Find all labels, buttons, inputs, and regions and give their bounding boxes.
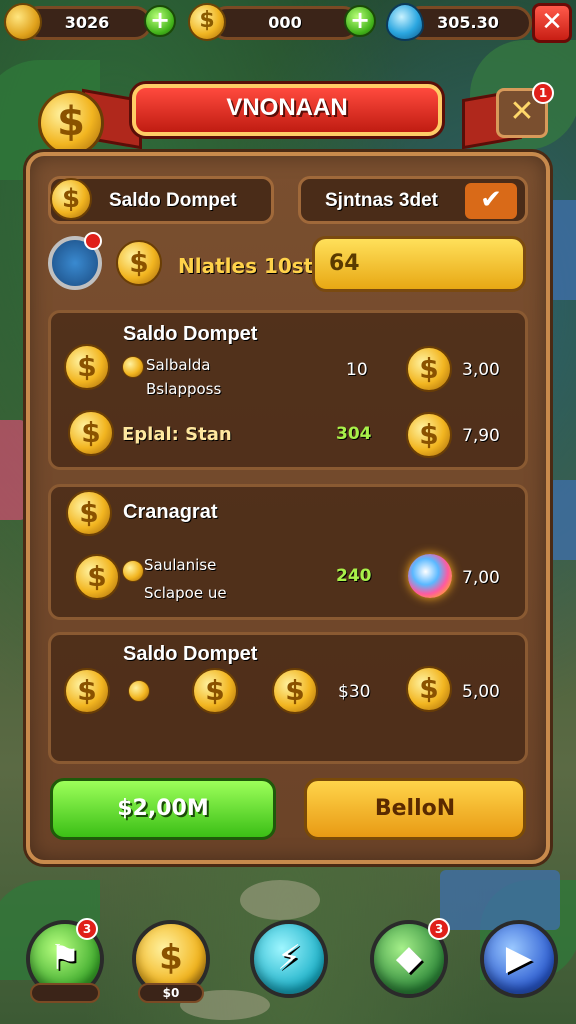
notification-badge: 3 <box>76 918 98 940</box>
resource-bar: 3026 + 000 $ + 305.30 ✕ <box>0 0 576 48</box>
goal-bar-value: 64 <box>329 251 360 276</box>
coin-icon: $ <box>188 3 226 41</box>
gem-icon <box>386 3 424 41</box>
section-sub-2: Sclapoe ue <box>144 584 227 602</box>
coin-star-icon: $ <box>74 554 120 600</box>
status-label: Sjntnas 3det <box>325 190 438 211</box>
banner-coin-icon: $ <box>38 90 104 156</box>
gold-bar-icon <box>4 3 42 41</box>
row-count: 10 <box>346 360 368 380</box>
magic-orb-icon <box>408 554 452 598</box>
coin-icon: $ <box>272 668 318 714</box>
background-roof <box>440 870 560 930</box>
gold-value: 3026 <box>64 13 110 32</box>
row-count: 240 <box>336 566 372 586</box>
background-roof <box>548 480 576 560</box>
page-title: VNONAAN <box>226 94 348 121</box>
coin-icon: $ <box>406 666 452 712</box>
secondary-action-button[interactable]: BelloN <box>304 778 526 840</box>
coin-icon: $ <box>64 668 110 714</box>
checkmark-icon[interactable]: ✔ <box>465 183 517 219</box>
primary-action-button[interactable]: $2,00M <box>50 778 276 840</box>
coin-icon <box>122 560 144 582</box>
section-title: Saldo Dompet <box>123 323 258 345</box>
coin-icon: $ <box>192 668 238 714</box>
balance-section-1: Saldo Dompet <box>48 310 528 470</box>
add-gold-button[interactable]: + <box>144 5 176 37</box>
section-sub-1: Saulanise <box>144 556 217 574</box>
notification-badge: 3 <box>428 918 450 940</box>
coin-icon: $ <box>116 240 162 286</box>
section-sub-2: Bslapposs <box>146 380 222 398</box>
notification-badge <box>84 232 102 250</box>
add-coins-button[interactable]: + <box>344 5 376 37</box>
row-count: $30 <box>338 682 371 702</box>
goal-progress-bar[interactable]: 64 <box>312 236 526 292</box>
background-stone <box>240 880 320 920</box>
nav-label: $0 <box>138 983 204 1003</box>
title-banner: VNONAAN <box>82 84 522 154</box>
row-value: 7,90 <box>462 426 500 446</box>
section-title: Cranagrat <box>123 501 218 523</box>
background-roof <box>0 420 26 520</box>
coin-icon <box>122 356 144 378</box>
coin-icon: $ <box>406 346 452 392</box>
nav-lightning-button[interactable]: ⚡ <box>250 920 328 998</box>
row-count: 304 <box>336 424 372 444</box>
coin-icon: $ <box>406 412 452 458</box>
section-sub-1: Salbalda <box>146 356 211 374</box>
goal-label: Nlatles 10st <box>178 254 314 278</box>
notification-badge: 1 <box>532 82 554 104</box>
row-value: 7,00 <box>462 568 500 588</box>
balance-section-2: Cranagrat <box>48 484 528 620</box>
row-value: 3,00 <box>462 360 500 380</box>
coin-value: 000 <box>268 13 302 32</box>
section-title: Saldo Dompet <box>123 643 258 665</box>
close-button[interactable]: ✕ <box>532 3 572 43</box>
row-value: 5,00 <box>462 682 500 702</box>
coin-star-icon: $ <box>68 410 114 456</box>
coin-star-icon: $ <box>66 490 112 536</box>
nav-label <box>30 983 100 1003</box>
coin-icon <box>128 680 150 702</box>
coin-counter: 000 <box>210 6 360 40</box>
nav-play-button[interactable]: ▶ <box>480 920 558 998</box>
background-roof <box>548 200 576 300</box>
coin-icon: $ <box>50 178 92 220</box>
status-pill[interactable]: Sjntnas 3det ✔ <box>298 176 528 224</box>
coin-star-icon: $ <box>64 344 110 390</box>
gem-value: 305.30 <box>437 13 499 32</box>
row-label: Eplal: Stan <box>122 424 232 445</box>
wallet-label: Saldo Dompet <box>109 190 237 211</box>
